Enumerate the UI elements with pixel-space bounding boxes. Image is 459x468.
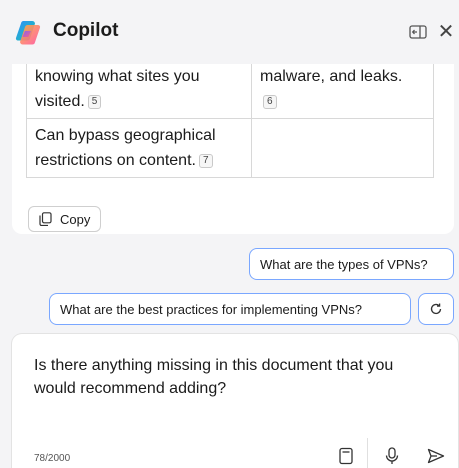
suggestion-chip[interactable]: What are the types of VPNs? (249, 248, 454, 280)
copilot-logo-icon (15, 20, 41, 45)
table-cell: Can bypass geographical restrictions on … (26, 118, 252, 178)
response-card-viewport[interactable]: service provider from knowing what sites… (12, 64, 454, 234)
suggestion-chip[interactable]: What are the best practices for implemen… (49, 293, 411, 325)
header: Copilot ✕ (0, 0, 459, 64)
chat-input-box[interactable]: Is there anything missing in this docume… (12, 334, 458, 468)
notebook-icon (339, 447, 353, 465)
cell-text: Can bypass geographical restrictions on … (35, 127, 216, 169)
table-row: Can bypass geographical restrictions on … (26, 118, 434, 178)
toolbar-divider (367, 438, 368, 468)
comparison-table: service provider from knowing what sites… (26, 64, 434, 178)
table-cell (251, 118, 434, 178)
citation-badge[interactable]: 5 (87, 95, 102, 109)
app-title: Copilot (53, 20, 119, 41)
cell-text: exposure to ads, malware, and leaks. (260, 68, 403, 85)
close-button[interactable]: ✕ (436, 22, 456, 42)
open-sidebar-icon (409, 25, 427, 39)
refresh-suggestions-button[interactable] (418, 293, 454, 325)
table-cell: exposure to ads, malware, and leaks. 6 (251, 64, 434, 119)
response-card: service provider from knowing what sites… (12, 64, 454, 234)
send-button[interactable] (424, 444, 448, 468)
copy-label: Copy (60, 211, 91, 227)
chat-input-text[interactable]: Is there anything missing in this docume… (34, 354, 434, 400)
copy-icon (39, 212, 52, 226)
close-icon: ✕ (437, 21, 455, 43)
cell-text: service provider from knowing what sites… (35, 68, 200, 110)
copy-button[interactable]: Copy (28, 206, 102, 232)
citation-badge[interactable]: 7 (198, 154, 213, 168)
notebook-button[interactable] (334, 444, 358, 468)
microphone-icon (385, 447, 399, 464)
refresh-icon (430, 303, 442, 315)
table-row: service provider from knowing what sites… (26, 64, 434, 119)
microphone-button[interactable] (380, 444, 404, 468)
table-cell: service provider from knowing what sites… (26, 64, 252, 119)
character-count: 78/2000 (34, 453, 71, 464)
open-sidebar-button[interactable] (408, 22, 428, 42)
citation-badge[interactable]: 6 (263, 95, 277, 109)
send-icon (427, 448, 445, 464)
